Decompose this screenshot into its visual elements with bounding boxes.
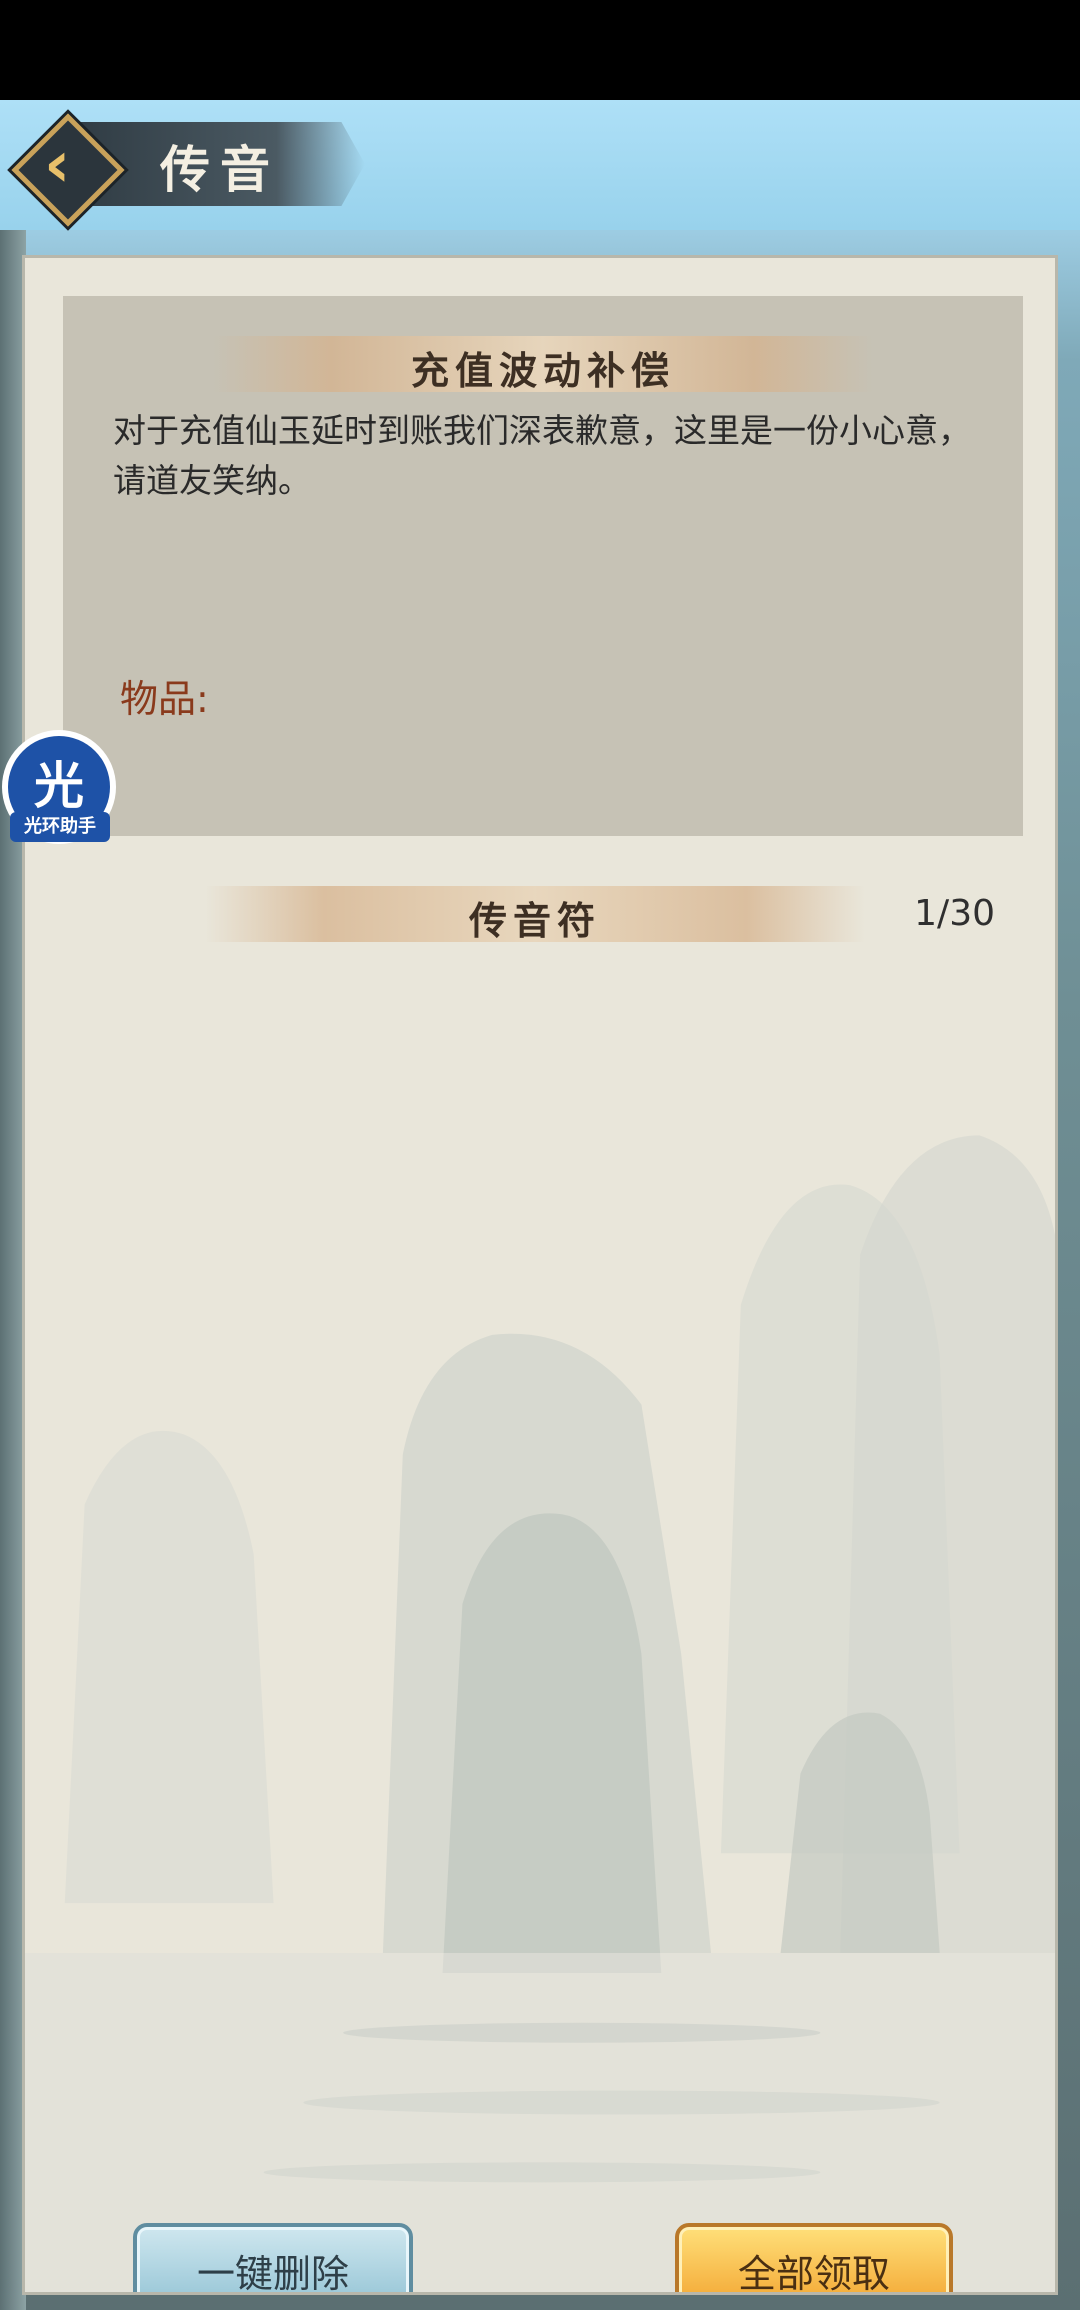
mail-panel: 充值波动补偿 对于充值仙玉延时到账我们深表歉意，这里是一份小心意，请道友笑纳。 … — [22, 255, 1058, 2295]
assistant-logo-glyph: 光 — [34, 757, 84, 815]
status-bar — [0, 0, 1080, 100]
header-bar: 传音 ‹ — [0, 100, 1080, 230]
assistant-floating-button[interactable]: 光 光环助手 — [2, 730, 116, 844]
items-label: 物品: — [120, 677, 209, 721]
delete-all-button[interactable]: 一键删除 — [133, 2223, 413, 2292]
back-button[interactable]: ‹ — [11, 113, 125, 227]
claim-all-button[interactable]: 全部领取 — [675, 2223, 953, 2292]
mail-count: 1/30 — [914, 893, 995, 934]
page-title: 传音 — [160, 140, 280, 199]
message-body: 对于充值仙玉延时到账我们深表歉意，这里是一份小心意，请道友笑纳。 — [113, 411, 971, 500]
message-box: 充值波动补偿 对于充值仙玉延时到账我们深表歉意，这里是一份小心意，请道友笑纳。 — [63, 296, 1023, 836]
message-subject: 充值波动补偿 — [410, 348, 675, 393]
assistant-label: 光环助手 — [10, 812, 110, 842]
list-section-title: 传音符 — [468, 898, 601, 943]
game-screen: 传音 ‹ 充值波动补偿 对于充值仙玉延时到账我们深表歉意，这里是一份小心意，请道… — [0, 100, 1080, 2310]
chevron-left-icon: ‹ — [44, 128, 71, 202]
